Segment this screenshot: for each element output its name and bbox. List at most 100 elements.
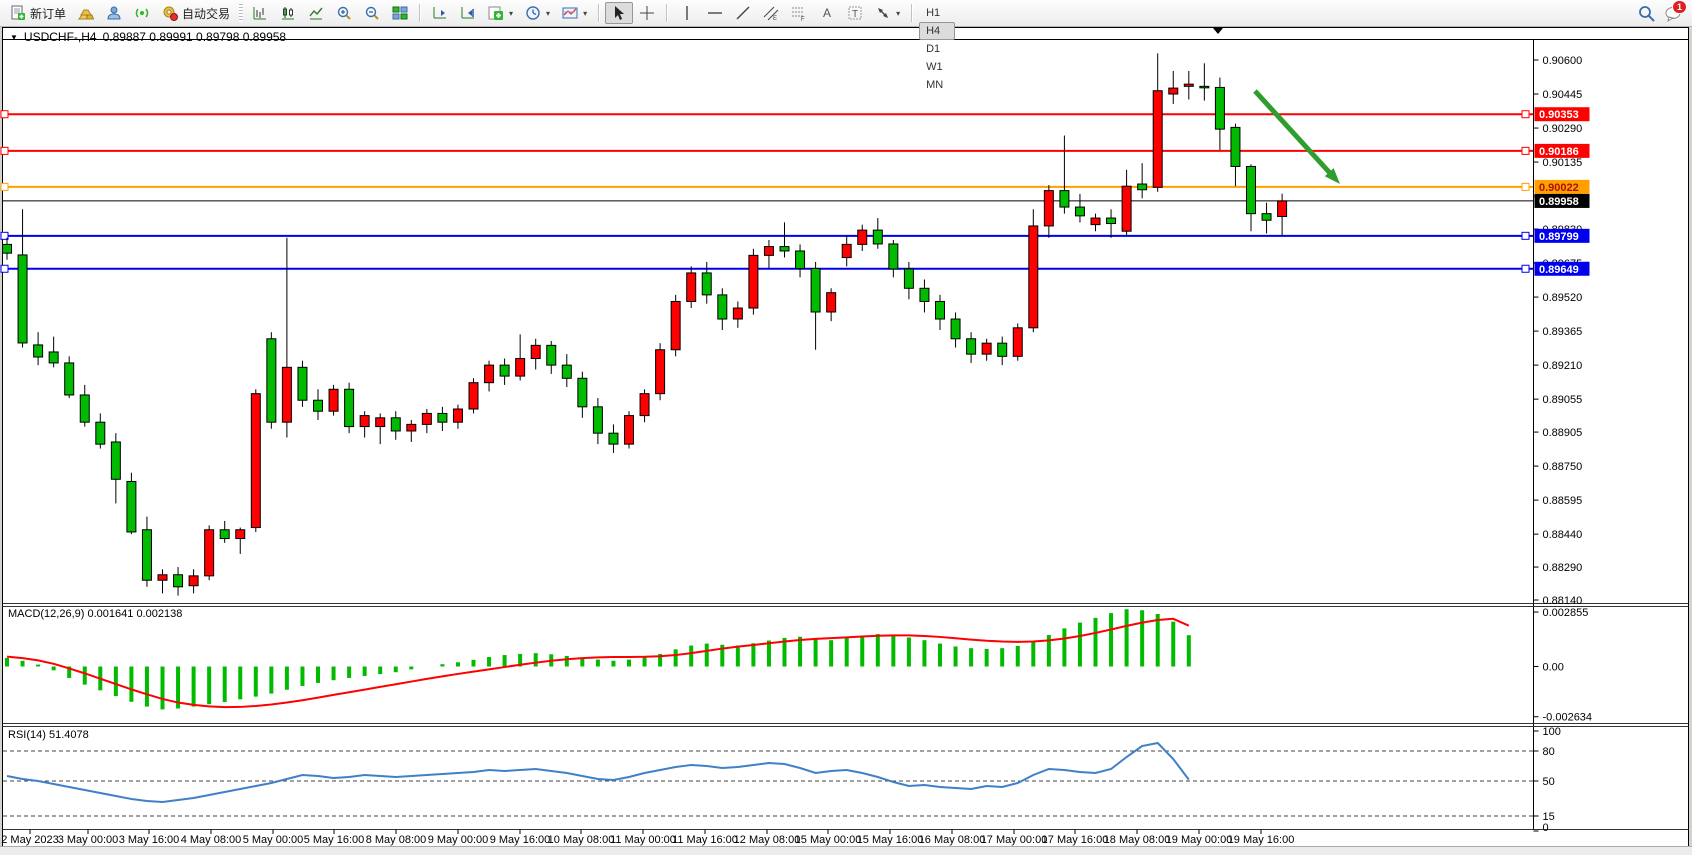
- horizontal-line-icon: [707, 5, 723, 21]
- candle-body: [609, 433, 618, 444]
- time-tick-label: 19 May 00:00: [1166, 834, 1233, 846]
- candle-body: [1169, 88, 1178, 94]
- candle-body: [733, 308, 742, 319]
- macd-signal-value: 0.002138: [136, 608, 182, 620]
- cursor-tool-button[interactable]: [605, 2, 633, 24]
- svg-text:0.90353: 0.90353: [1539, 109, 1579, 121]
- new-order-label: 新订单: [30, 5, 66, 22]
- line-chart-button[interactable]: [302, 2, 330, 24]
- timeframe-bar: M1M5M15M30H1H4D1W1MN: [918, 0, 955, 94]
- candle-body: [702, 273, 711, 295]
- price-tick-label: 0.88905: [1543, 427, 1583, 439]
- market-depth-button[interactable]: [72, 2, 100, 24]
- ohlc-values: 0.89887 0.89991 0.89798 0.89958: [103, 30, 287, 44]
- candle-body: [1262, 214, 1271, 221]
- community-icon: [106, 5, 122, 21]
- time-tick-label: 11 May 16:00: [672, 834, 738, 846]
- line-handle: [1, 183, 8, 190]
- horizontal-line-tool[interactable]: [701, 2, 729, 24]
- tile-windows-button[interactable]: [386, 2, 414, 24]
- trendline-tool[interactable]: [729, 2, 757, 24]
- zoom-out-button[interactable]: [358, 2, 386, 24]
- candle-body: [764, 247, 773, 256]
- candle-body: [142, 530, 151, 580]
- zoom-in-button[interactable]: [330, 2, 358, 24]
- add-indicator-button[interactable]: ▾: [482, 2, 519, 24]
- fibonacci-tool[interactable]: F: [785, 2, 813, 24]
- candle-body: [96, 422, 105, 444]
- candle-body: [827, 293, 836, 312]
- candle-body: [1013, 328, 1022, 357]
- candle-body: [267, 339, 276, 422]
- timeframe-button-MN[interactable]: MN: [919, 76, 954, 94]
- equidistant-channel-icon: E: [763, 5, 779, 21]
- notifications-icon[interactable]: 1: [1664, 5, 1680, 21]
- candlestick-chart-button[interactable]: [274, 2, 302, 24]
- zoom-out-icon: [364, 5, 380, 21]
- rsi-tick-label: 50: [1543, 776, 1555, 788]
- candle-body: [531, 345, 540, 358]
- chevron-down-icon: ▾: [546, 9, 550, 18]
- price-tick-label: 0.88750: [1543, 461, 1583, 473]
- clock-icon: [525, 5, 541, 21]
- candle-body: [640, 394, 649, 416]
- auto-scroll-button[interactable]: [426, 2, 454, 24]
- price-tick-label: 0.88595: [1543, 495, 1583, 507]
- auto-trading-button[interactable]: 自动交易: [156, 2, 236, 25]
- candle-body: [842, 244, 851, 257]
- bar-chart-button[interactable]: [246, 2, 274, 24]
- candle-body: [593, 407, 602, 433]
- timeframe-button-H4[interactable]: H4: [919, 22, 954, 40]
- search-icon[interactable]: [1638, 5, 1654, 21]
- arrows-icon: [875, 5, 891, 21]
- svg-text:E: E: [773, 16, 777, 21]
- candle-body: [1215, 87, 1224, 129]
- candle-body: [936, 301, 945, 319]
- auto-trading-icon: [162, 5, 178, 21]
- candle-body: [65, 363, 74, 395]
- cursor-icon: [611, 5, 627, 21]
- chart-shift-button[interactable]: [454, 2, 482, 24]
- crosshair-tool-button[interactable]: [633, 2, 661, 24]
- candle-body: [1060, 191, 1069, 207]
- signals-button[interactable]: [128, 2, 156, 24]
- time-tick-label: 15 May 16:00: [857, 834, 924, 846]
- price-tick-label: 0.89365: [1543, 326, 1583, 338]
- timeframe-button-H1[interactable]: H1: [919, 4, 954, 22]
- channel-tool[interactable]: E: [757, 2, 785, 24]
- candle-body: [718, 295, 727, 319]
- price-tick-label: 0.89520: [1543, 292, 1583, 304]
- community-button[interactable]: [100, 2, 128, 24]
- text-label-tool[interactable]: T: [841, 2, 869, 24]
- gold-icon: [78, 5, 94, 21]
- period-button[interactable]: ▾: [519, 2, 556, 24]
- template-button[interactable]: ▾: [556, 2, 593, 24]
- candle-body: [904, 269, 913, 288]
- candle-body: [1200, 86, 1209, 88]
- new-order-button[interactable]: 新订单: [4, 2, 72, 25]
- candle-body: [578, 378, 587, 407]
- price-chart[interactable]: 0.906000.904450.902900.901350.899800.898…: [0, 0, 1692, 855]
- text-tool[interactable]: A: [813, 2, 841, 24]
- time-tick-label: 5 May 16:00: [304, 834, 365, 846]
- zoom-in-icon: [336, 5, 352, 21]
- chart-title[interactable]: ▼ USDCHF-,H4 0.89887 0.89991 0.89798 0.8…: [10, 30, 286, 44]
- timeframe-button-D1[interactable]: D1: [919, 40, 954, 58]
- svg-text:F: F: [801, 17, 805, 21]
- candle-body: [749, 255, 758, 308]
- arrows-tool[interactable]: ▾: [869, 2, 906, 24]
- collapse-triangle-icon[interactable]: ▼: [10, 33, 18, 42]
- candle-body: [174, 575, 183, 587]
- auto-trading-label: 自动交易: [182, 5, 230, 22]
- vertical-line-tool[interactable]: [673, 2, 701, 24]
- price-tick-label: 0.88440: [1543, 529, 1583, 541]
- candle-body: [360, 416, 369, 427]
- time-tick-label: 9 May 16:00: [490, 834, 551, 846]
- line-handle: [1522, 111, 1529, 118]
- candle-body: [422, 413, 431, 424]
- chart-shift-icon: [460, 5, 476, 21]
- toolbar-separator: [666, 4, 668, 22]
- timeframe-button-W1[interactable]: W1: [919, 58, 954, 76]
- chevron-down-icon: ▾: [896, 9, 900, 18]
- svg-text:T: T: [852, 9, 858, 20]
